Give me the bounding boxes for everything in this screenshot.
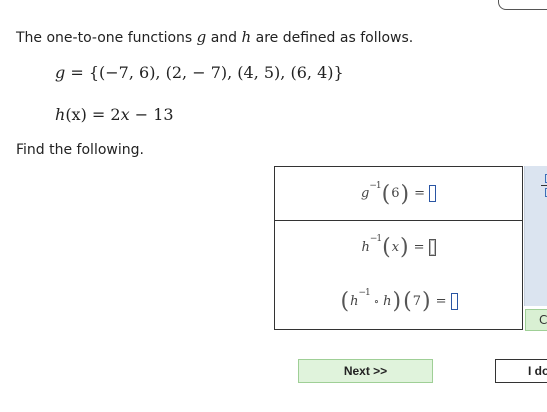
row3-equals: = bbox=[435, 293, 447, 309]
row2-paren-open: ( bbox=[382, 235, 391, 260]
row2-paren-close: ) bbox=[400, 235, 409, 260]
row1-paren-open: ( bbox=[381, 181, 391, 207]
row3-fn1: h bbox=[350, 293, 359, 309]
answer-row-g-inverse: g −1 (6) = bbox=[275, 167, 522, 221]
row1-paren-close: ) bbox=[400, 181, 410, 207]
row1-sup: −1 bbox=[369, 180, 381, 191]
fraction-bar bbox=[541, 185, 547, 186]
row2-fn: h bbox=[361, 239, 370, 255]
answer-row-composition: ( h −1 ∘ h )(7) = bbox=[275, 273, 522, 329]
answer-table: g −1 (6) = h −1 (x) = ( h −1 ∘ h )(7) = bbox=[274, 166, 523, 330]
row3-fn2: h bbox=[383, 293, 392, 309]
h-def-name: h bbox=[55, 105, 66, 124]
compose-operator: ∘ bbox=[373, 294, 380, 308]
h-def-arg: (x) bbox=[65, 105, 87, 124]
h-def-rest: − 13 bbox=[129, 105, 174, 124]
row1-equals: = bbox=[414, 186, 425, 201]
g-definition: g = {(−7, 6), (2, − 7), (4, 5), (6, 4)} bbox=[55, 63, 344, 82]
row1-fn: g bbox=[361, 186, 370, 201]
next-button[interactable]: Next >> bbox=[298, 359, 433, 383]
intro-after: are defined as follows. bbox=[251, 30, 414, 46]
h-def-var: x bbox=[120, 105, 130, 124]
g-symbol: g bbox=[196, 28, 207, 46]
row2-equals: = bbox=[413, 239, 425, 255]
row3-sup: −1 bbox=[358, 288, 370, 298]
intro-before: The one-to-one functions bbox=[16, 30, 197, 46]
row3-outer-open: ( bbox=[340, 289, 350, 314]
h-symbol: h bbox=[241, 28, 252, 46]
palette-clear-button[interactable]: C bbox=[525, 309, 547, 331]
h-def-eq: = 2 bbox=[86, 105, 121, 124]
g-def-set: = {(−7, 6), (2, − 7), (4, 5), (6, 4)} bbox=[65, 63, 344, 82]
answer-input-2[interactable] bbox=[428, 238, 436, 256]
row2-arg: x bbox=[391, 239, 400, 255]
answer-input-3[interactable] bbox=[450, 292, 458, 310]
top-tab[interactable] bbox=[498, 0, 547, 10]
fraction-icon[interactable] bbox=[541, 174, 547, 198]
answer-row-h-inverse: h −1 (x) = bbox=[275, 221, 522, 273]
row3-paren-close: ) bbox=[422, 289, 431, 314]
answer-input-1[interactable] bbox=[428, 185, 436, 202]
row2-sup: −1 bbox=[369, 234, 382, 244]
row3-paren-open: ( bbox=[403, 289, 412, 314]
math-palette bbox=[524, 166, 547, 306]
row3-outer-close: ) bbox=[392, 289, 402, 314]
row3-arg: 7 bbox=[412, 293, 421, 309]
h-definition: h(x) = 2x − 13 bbox=[55, 105, 174, 124]
problem-intro: The one-to-one functions g and h are def… bbox=[16, 28, 413, 46]
row1-arg: 6 bbox=[391, 186, 400, 201]
i-dont-know-button[interactable]: I don't know bbox=[495, 359, 547, 383]
intro-and: and bbox=[206, 30, 242, 46]
find-instruction: Find the following. bbox=[16, 142, 144, 158]
g-def-name: g bbox=[55, 63, 66, 82]
